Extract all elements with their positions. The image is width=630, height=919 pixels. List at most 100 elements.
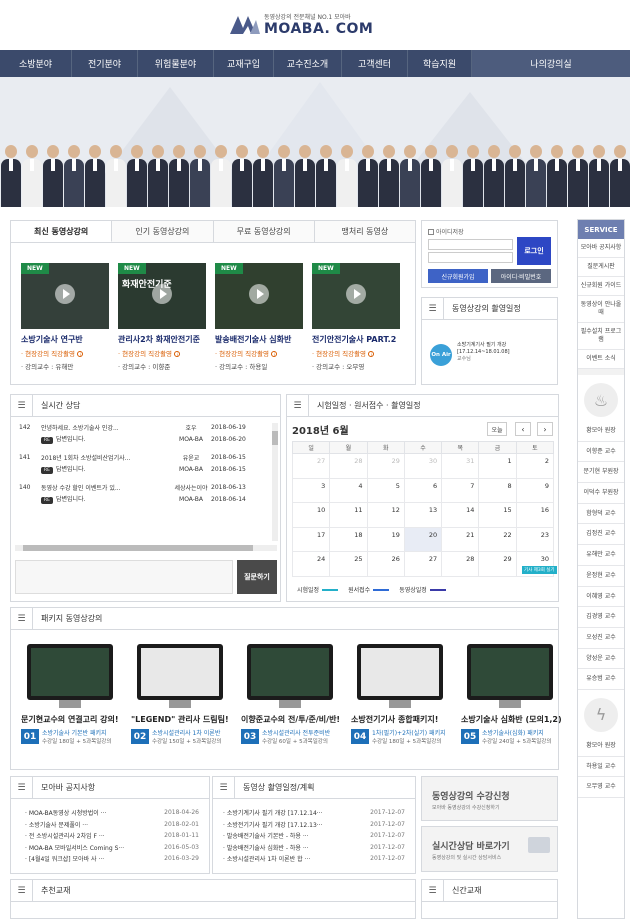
sidebar-professor[interactable]: 이혜영 교수 xyxy=(578,587,624,608)
calendar-day[interactable]: 7 xyxy=(441,477,480,503)
package-thumbnail[interactable] xyxy=(247,644,333,708)
calendar-day[interactable]: 21 xyxy=(441,526,480,552)
play-icon[interactable] xyxy=(249,284,269,304)
calendar-day[interactable]: 14 xyxy=(441,502,480,528)
sidebar-item[interactable]: 이벤트 소식 xyxy=(578,350,624,369)
nav-item[interactable]: 고객센터 xyxy=(342,50,408,77)
calendar-day[interactable]: 12 xyxy=(366,502,405,528)
sidebar-item[interactable]: 질문게시판 xyxy=(578,258,624,277)
save-id-checkbox[interactable]: 아이디저장 xyxy=(428,227,464,236)
video-title[interactable]: 관리사2차 화재안전기준 xyxy=(118,334,215,345)
list-item[interactable]: · MOA-BA동영상 시청방법이 ··· 2018-04-26 xyxy=(25,807,199,819)
list-item[interactable]: · 전 소방시설관리사 2차임 F ··· 2018-01-11 xyxy=(25,830,199,842)
calendar-day[interactable]: 28 xyxy=(441,551,480,577)
tab-latest[interactable]: 최신 동영상강의 xyxy=(11,221,113,242)
sidebar-professor[interactable]: 유해만 교수 xyxy=(578,545,624,566)
sidebar-professor[interactable]: 문기현 부원장 xyxy=(578,462,624,484)
calendar-day[interactable]: 30 xyxy=(403,453,443,479)
question-textarea[interactable] xyxy=(15,560,233,594)
sidebar-professor[interactable]: 오무영 교수 xyxy=(578,777,624,798)
sidebar-professor[interactable]: 윤정현 교수 xyxy=(578,566,624,587)
list-item[interactable]: · 발송배전기술사 기본반 - 하용 ··· 2017-12-07 xyxy=(223,830,405,842)
tab-popular[interactable]: 인기 동영상강의 xyxy=(112,221,214,242)
video-thumbnail[interactable]: NEW 화재안전기준 xyxy=(118,263,206,329)
list-item[interactable]: · 소방전기기사 필기 개강 [17.12.13··· 2017-12-07 xyxy=(223,819,405,831)
nav-item[interactable]: 위험물분야 xyxy=(138,50,214,77)
horizontal-scrollbar[interactable] xyxy=(15,545,277,551)
sidebar-professor[interactable]: 김경영 교수 xyxy=(578,607,624,628)
video-thumbnail[interactable]: NEW xyxy=(312,263,400,329)
sidebar-professor[interactable]: 황모아 원장 xyxy=(578,421,624,442)
list-item[interactable]: · 소방기계기사 필기 개강 [17.12.14··· 2017-12-07 xyxy=(223,807,405,819)
calendar-day[interactable]: 8 xyxy=(478,477,517,503)
password-input[interactable] xyxy=(428,252,513,263)
login-button[interactable]: 로그인 xyxy=(517,237,551,265)
video-card[interactable]: NEW 전기안전기술사 PART.2 · 현장강의 직강촬영 i · 강의교수 … xyxy=(312,263,409,371)
calendar-day[interactable]: 1 xyxy=(478,453,517,479)
calendar-day[interactable]: 6 xyxy=(403,477,443,503)
calendar-day[interactable]: 13 xyxy=(403,502,443,528)
ask-button[interactable]: 질문하기 xyxy=(237,560,277,594)
vertical-scrollbar[interactable] xyxy=(272,423,278,541)
package-thumbnail[interactable] xyxy=(27,644,113,708)
package-card[interactable]: 소방기술사 심화반 (모의1,2) 05 소방기술사(심화) 패키지 수강일 240일… xyxy=(461,644,562,745)
consult-item[interactable]: 140 동영상 수강 할인 이벤트가 있... 세상사는이야 2018-06-13 R… xyxy=(19,481,260,505)
calendar-day[interactable]: 27 xyxy=(291,453,331,479)
calendar-day[interactable]: 17 xyxy=(291,526,331,552)
calendar-day[interactable]: 18 xyxy=(329,526,368,552)
today-button[interactable]: 오늘 xyxy=(487,422,507,436)
package-thumbnail[interactable] xyxy=(137,644,223,708)
sidebar-professor[interactable]: 하용일 교수 xyxy=(578,757,624,778)
tab-free[interactable]: 무료 동영상강의 xyxy=(213,221,315,242)
calendar-day[interactable]: 31 xyxy=(441,453,480,479)
sidebar-item[interactable]: 필수설치 프로그램 xyxy=(578,323,624,350)
package-card[interactable]: 문기현교수의 연결고리 강의! 01 소방기술사 기본반 패키지 수강일 180일 +… xyxy=(21,644,121,745)
video-thumbnail[interactable]: NEW xyxy=(215,263,303,329)
sidebar-professor[interactable]: 함형덕 교수 xyxy=(578,504,624,525)
calendar-day[interactable]: 3 xyxy=(291,477,331,503)
consult-banner[interactable]: 실시간상담 바로가기 동영상강의 및 실시간 상담서비스 xyxy=(421,826,558,872)
play-icon[interactable] xyxy=(346,284,366,304)
list-item[interactable]: · [4월4일 워크샵] 모아바 사 ··· 2016-03-29 xyxy=(25,853,199,865)
next-month-icon[interactable]: › xyxy=(537,422,553,436)
sidebar-item[interactable]: 동영상이 안나올때 xyxy=(578,296,624,323)
calendar-day[interactable]: 9 xyxy=(515,477,555,503)
calendar-day[interactable]: 24 xyxy=(291,551,331,577)
calendar-day[interactable]: 11 xyxy=(329,502,368,528)
calendar-day[interactable]: 19 xyxy=(366,526,405,552)
sidebar-professor[interactable]: 이향준 교수 xyxy=(578,442,624,463)
sidebar-professor[interactable]: 김정진 교수 xyxy=(578,524,624,546)
nav-item[interactable]: 학습지원 xyxy=(408,50,472,77)
calendar-day[interactable]: 20 xyxy=(403,526,443,552)
sidebar-item[interactable]: 신규회원 가이드 xyxy=(578,277,624,296)
sidebar-professor[interactable]: 황모아 원장 xyxy=(578,736,624,757)
consult-item[interactable]: 142 안녕하세요. 소방기술사 인강... 호우 2018-06-19 RE 답변입니… xyxy=(19,421,260,445)
list-item[interactable]: · 소방시설관리사 1차 이론반 합 ··· 2017-12-07 xyxy=(223,853,405,865)
list-item[interactable]: · 소방기술사 문제풀이 ··· 2018-02-01 xyxy=(25,819,199,831)
package-card[interactable]: 소방전기기사 종합패키지! 04 1차(필기)+2차(실기) 패키지 수강일 180일… xyxy=(351,644,451,745)
sidebar-professor[interactable]: 유승범 교수 xyxy=(578,669,624,690)
calendar-day[interactable]: 16 xyxy=(515,502,555,528)
package-card[interactable]: "LEGEND" 관리사 드림팀! 02 소방시설관리사 1차 이론반 수강일 150… xyxy=(131,644,231,745)
sidebar-professor[interactable]: 오성진 교수 xyxy=(578,628,624,649)
sidebar-item[interactable]: 모아바 공지사항 xyxy=(578,239,624,258)
signup-button[interactable]: 신규회원가입 xyxy=(428,269,488,283)
schedule-text[interactable]: 소방기계기사 필기 개강 [17.12.14~18.01.08] 교수님 xyxy=(457,342,510,363)
package-title[interactable]: "LEGEND" 관리사 드림팀! xyxy=(131,714,231,725)
consult-item[interactable]: 141 2018년 1회차 소방설비산업기사... 유윤교 2018-06-15 RE… xyxy=(19,451,260,475)
sidebar-professor[interactable]: 이덕수 부원장 xyxy=(578,483,624,504)
calendar-event[interactable]: 기사 제3회 실기 xyxy=(522,566,557,574)
calendar-day[interactable]: 15 xyxy=(478,502,517,528)
package-thumbnail[interactable] xyxy=(467,644,553,708)
calendar-day[interactable]: 29 xyxy=(478,551,517,577)
checkbox-icon[interactable] xyxy=(428,228,434,235)
calendar-day[interactable]: 27 xyxy=(403,551,443,577)
find-account-button[interactable]: 아이디·비밀번호 xyxy=(491,269,551,283)
id-input[interactable] xyxy=(428,239,513,250)
calendar-day[interactable]: 25 xyxy=(329,551,368,577)
package-title[interactable]: 소방전기기사 종합패키지! xyxy=(351,714,451,725)
nav-item[interactable]: 소방분야 xyxy=(0,50,72,77)
calendar-day[interactable]: 2 xyxy=(515,453,555,479)
list-item[interactable]: · MOA-BA 모바일서비스 Coming S··· 2016-05-03 xyxy=(25,842,199,854)
nav-item[interactable]: 나의강의실 xyxy=(472,50,630,77)
